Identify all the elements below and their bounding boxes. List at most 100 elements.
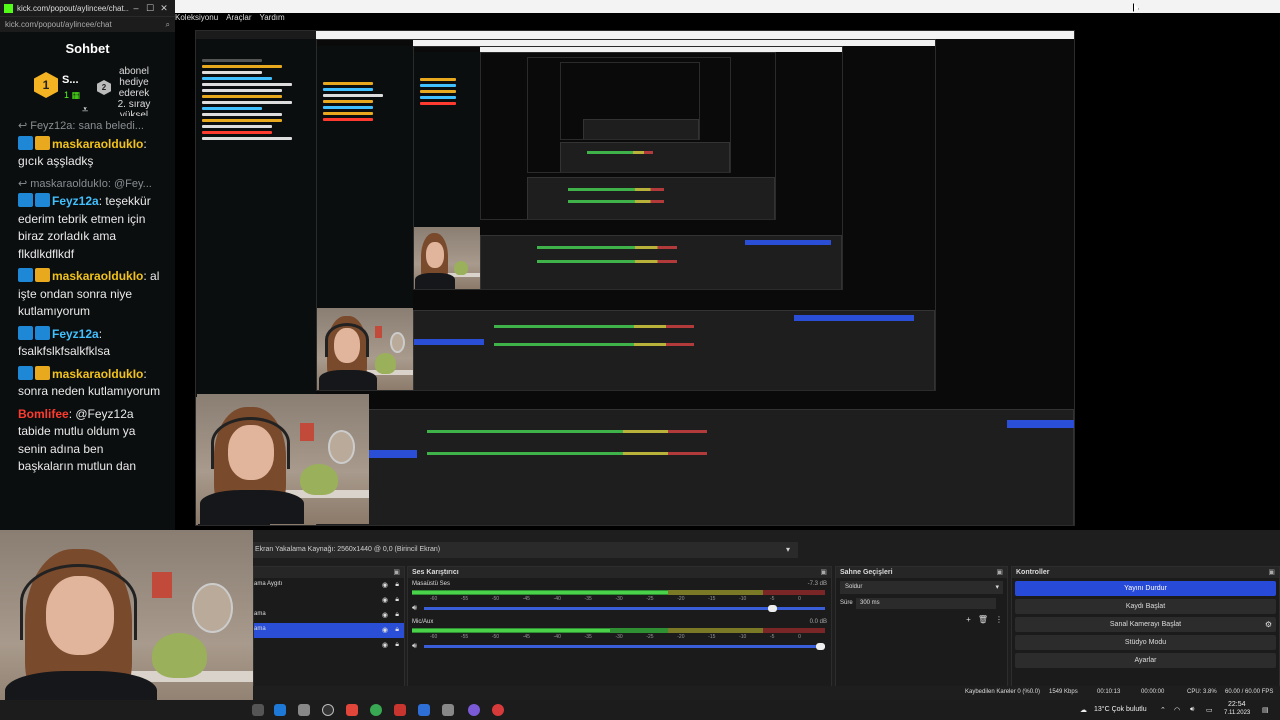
reply-preview[interactable]: ↩ maskaraoldukIo: @Fey... — [18, 176, 161, 194]
weather-text[interactable]: 13°C Çok bulutlu — [1094, 706, 1147, 713]
brave-icon[interactable] — [346, 704, 358, 716]
menu-item-tools[interactable]: Araçlar — [226, 13, 251, 24]
record-app-icon[interactable] — [492, 704, 504, 716]
fps: 60.00 / 60.00 FPS — [1225, 689, 1274, 695]
source-info-label: Ekran Yakalama Kaynağı: 2560x1440 @ 0,0 … — [255, 546, 441, 553]
battery-icon[interactable]: ▭ — [1206, 706, 1213, 714]
eye-icon[interactable]: ◉ — [382, 641, 388, 649]
menu-item-collection[interactable]: Koleksiyonu — [175, 13, 218, 24]
start-recording-button[interactable]: Kaydı Başlat — [1015, 599, 1276, 614]
chevron-down-icon: ▾ — [995, 584, 999, 591]
star-badge-icon — [35, 325, 50, 340]
vivaldi-icon[interactable] — [394, 704, 406, 716]
volume-slider[interactable] — [424, 643, 825, 650]
mixer-title: Ses Karıştırıcı ▣ — [408, 567, 831, 578]
chat-username[interactable]: maskaraoldukIo — [52, 367, 143, 381]
moderator-badge-icon — [18, 365, 33, 380]
eye-icon[interactable]: ◉ — [382, 611, 388, 619]
eye-icon[interactable]: ◉ — [382, 581, 388, 589]
source-info-bar[interactable]: Ekran Yakalama Kaynağı: 2560x1440 @ 0,0 … — [253, 542, 798, 558]
discord-icon[interactable] — [468, 704, 480, 716]
gallery-icon[interactable] — [442, 704, 454, 716]
chat-message: Feyz12a: fsalkfslkfsalkfklsa — [18, 325, 111, 358]
transition-select[interactable]: Soldur ▾ — [840, 581, 1003, 594]
edge-icon[interactable] — [274, 704, 286, 716]
chat-url-bar[interactable]: kick.com/popout/aylincee/chat ⌕ — [0, 16, 175, 32]
settings-button[interactable]: Ayarlar — [1015, 653, 1276, 668]
lock-icon[interactable]: 🔒︎ — [395, 581, 399, 589]
meter-tick-label: -35 — [584, 596, 592, 602]
duration-label: Süre — [840, 600, 853, 606]
stop-streaming-button[interactable]: Yayını Durdur — [1015, 581, 1276, 596]
app-icon[interactable] — [252, 704, 264, 716]
lock-icon[interactable]: 🔒︎ — [395, 611, 399, 619]
add-icon[interactable]: + — [966, 615, 971, 624]
reply-icon: ↩ — [18, 177, 28, 190]
obs-icon[interactable] — [322, 704, 334, 716]
dock-menu-icon[interactable]: ▣ — [393, 568, 400, 576]
lock-icon[interactable]: 🔒︎ — [395, 596, 399, 604]
lock-icon[interactable]: 🔒︎ — [395, 641, 399, 649]
source-item[interactable]: ◉ 🔒︎ — [254, 638, 404, 653]
volume-icon[interactable]: 🔊︎ — [1190, 706, 1194, 714]
volume-slider[interactable] — [424, 605, 825, 612]
speaker-icon[interactable]: 🔊︎ — [412, 641, 417, 651]
cpu-usage: CPU: 3.8% — [1187, 689, 1217, 695]
chat-username[interactable]: maskaraoldukIo — [52, 269, 143, 283]
reply-preview[interactable]: ↩ Feyz12a: sana beledi... — [18, 118, 161, 136]
chat-username[interactable]: Feyz12a — [52, 194, 99, 208]
meter-tick-label: -25 — [646, 634, 654, 640]
meter-tick-label: -30 — [615, 634, 623, 640]
chrome-icon[interactable] — [370, 704, 382, 716]
weather-icon[interactable]: ☁ — [1080, 706, 1087, 714]
mini-titlebar — [196, 31, 316, 39]
meter-level — [412, 591, 669, 594]
chevron-down-icon[interactable]: ▾ — [786, 545, 790, 554]
chat-username[interactable]: Bomlifee — [18, 407, 69, 421]
notepad-icon[interactable] — [298, 704, 310, 716]
clock-date[interactable]: 7.11.2023 — [1224, 710, 1250, 716]
source-item[interactable]: ama ◉ 🔒︎ — [254, 608, 404, 623]
gear-icon[interactable]: ⚙ — [1265, 617, 1272, 632]
wifi-icon[interactable]: ◠ — [1174, 706, 1180, 714]
meter-tick-label: -25 — [646, 596, 654, 602]
dock-menu-icon[interactable]: ▣ — [820, 568, 827, 576]
dock-menu-icon[interactable]: ▣ — [1268, 568, 1275, 576]
menu-item-help[interactable]: Yardım — [259, 13, 284, 24]
rank-2-badge: 2 — [97, 80, 111, 95]
tray-expand-icon[interactable]: ⌃ — [1160, 706, 1166, 714]
start-virtual-camera-button[interactable]: Sanal Kamerayı Başlat ⚙ — [1015, 617, 1276, 632]
chat-username[interactable]: Feyz12a — [52, 327, 99, 341]
volume-knob[interactable] — [816, 643, 825, 650]
eye-icon[interactable]: ◉ — [382, 626, 388, 634]
record-time: 00:00:00 — [1141, 689, 1165, 695]
search-icon[interactable]: ⌕ — [166, 20, 170, 30]
source-item[interactable]: ◉ 🔒︎ — [254, 593, 404, 608]
lock-icon[interactable]: 🔒︎ — [395, 626, 399, 634]
trash-icon[interactable]: 🗑︎ — [978, 615, 988, 624]
webcam-preview-mid — [197, 394, 369, 524]
webcam-preview-l2 — [317, 308, 413, 390]
chat-username[interactable]: maskaraoldukIo — [52, 137, 143, 151]
source-item[interactable]: ama Aygıtı ◉ 🔒︎ — [254, 578, 404, 593]
controls-title: Kontroller ▣ — [1012, 567, 1279, 578]
rank-1-badge: 1 — [34, 72, 58, 98]
maximize-icon[interactable]: ☐ — [143, 3, 157, 14]
notification-icon[interactable]: ▤ — [1262, 706, 1269, 714]
obs-preview[interactable] — [175, 24, 1280, 530]
studio-mode-button[interactable]: Stüdyo Modu — [1015, 635, 1276, 650]
minimize-icon[interactable]: – — [129, 3, 143, 13]
collapse-icon[interactable]: ⩡ — [82, 104, 88, 117]
preview-capture-level-2 — [316, 39, 936, 391]
gift-leaderboard: 1 S... 1 ▦ 2 abonel hediye ederek 2. sır… — [0, 64, 175, 118]
close-icon[interactable]: ✕ — [157, 3, 171, 14]
speaker-icon[interactable]: 🔊︎ — [412, 603, 417, 613]
duration-input[interactable]: 300 ms — [856, 598, 996, 609]
volume-knob[interactable] — [767, 605, 777, 612]
eye-icon[interactable]: ◉ — [382, 596, 388, 604]
clock-time[interactable]: 22:54 — [1228, 701, 1246, 708]
source-item-selected[interactable]: ama ◉ 🔒︎ — [254, 623, 404, 638]
calendar-icon[interactable] — [418, 704, 430, 716]
dock-menu-icon[interactable]: ▣ — [996, 568, 1003, 576]
more-icon[interactable]: ⋮ — [995, 615, 1003, 624]
